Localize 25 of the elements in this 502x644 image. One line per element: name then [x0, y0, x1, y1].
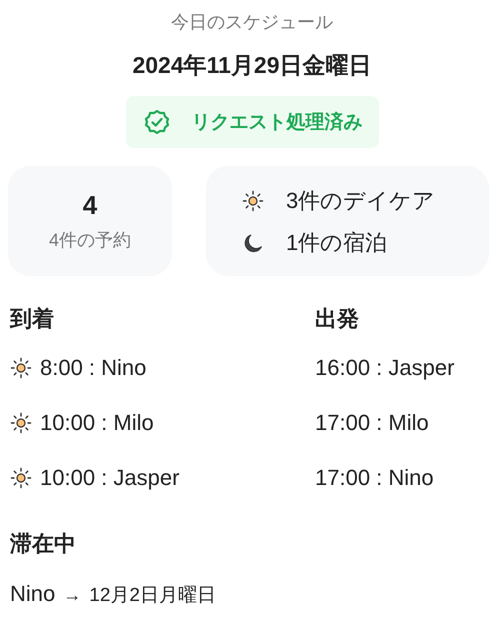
departure-entry: 16:00 : Jasper — [315, 354, 454, 380]
departure-entry: 17:00 : Nino — [315, 464, 434, 490]
arrival-entry: 10:00 : Jasper — [40, 464, 180, 490]
sun-icon — [10, 466, 32, 488]
section-heading: 滞在中 — [10, 530, 77, 558]
section-heading: 到着 — [10, 305, 55, 333]
guest-name: Nino — [10, 581, 56, 607]
arrow-glyph: → — [63, 585, 82, 606]
moon-icon — [242, 232, 264, 254]
stay-until-date: 12月2日月曜日 — [89, 584, 216, 608]
booking-type-label: 3件のデイケア — [286, 187, 436, 215]
departure-entry: 17:00 : Milo — [315, 410, 429, 436]
status-label: リクエスト処理済み — [192, 110, 362, 135]
section-heading: 出発 — [315, 305, 360, 333]
booking-type-label: 1件の宿泊 — [286, 229, 388, 257]
sun-icon — [10, 412, 32, 434]
check-badge-icon — [144, 109, 170, 135]
booking-count-label: 4件の予約 — [48, 229, 131, 252]
sun-icon — [10, 356, 32, 378]
arrival-entry: 8:00 : Nino — [40, 354, 146, 380]
schedule-date: 2024年11月29日金曜日 — [131, 51, 373, 80]
schedule-subtitle: 今日のスケジュール — [170, 11, 334, 34]
sun-icon — [242, 190, 264, 212]
arrival-entry: 10:00 : Milo — [40, 410, 154, 436]
booking-count: 4 — [82, 190, 98, 220]
